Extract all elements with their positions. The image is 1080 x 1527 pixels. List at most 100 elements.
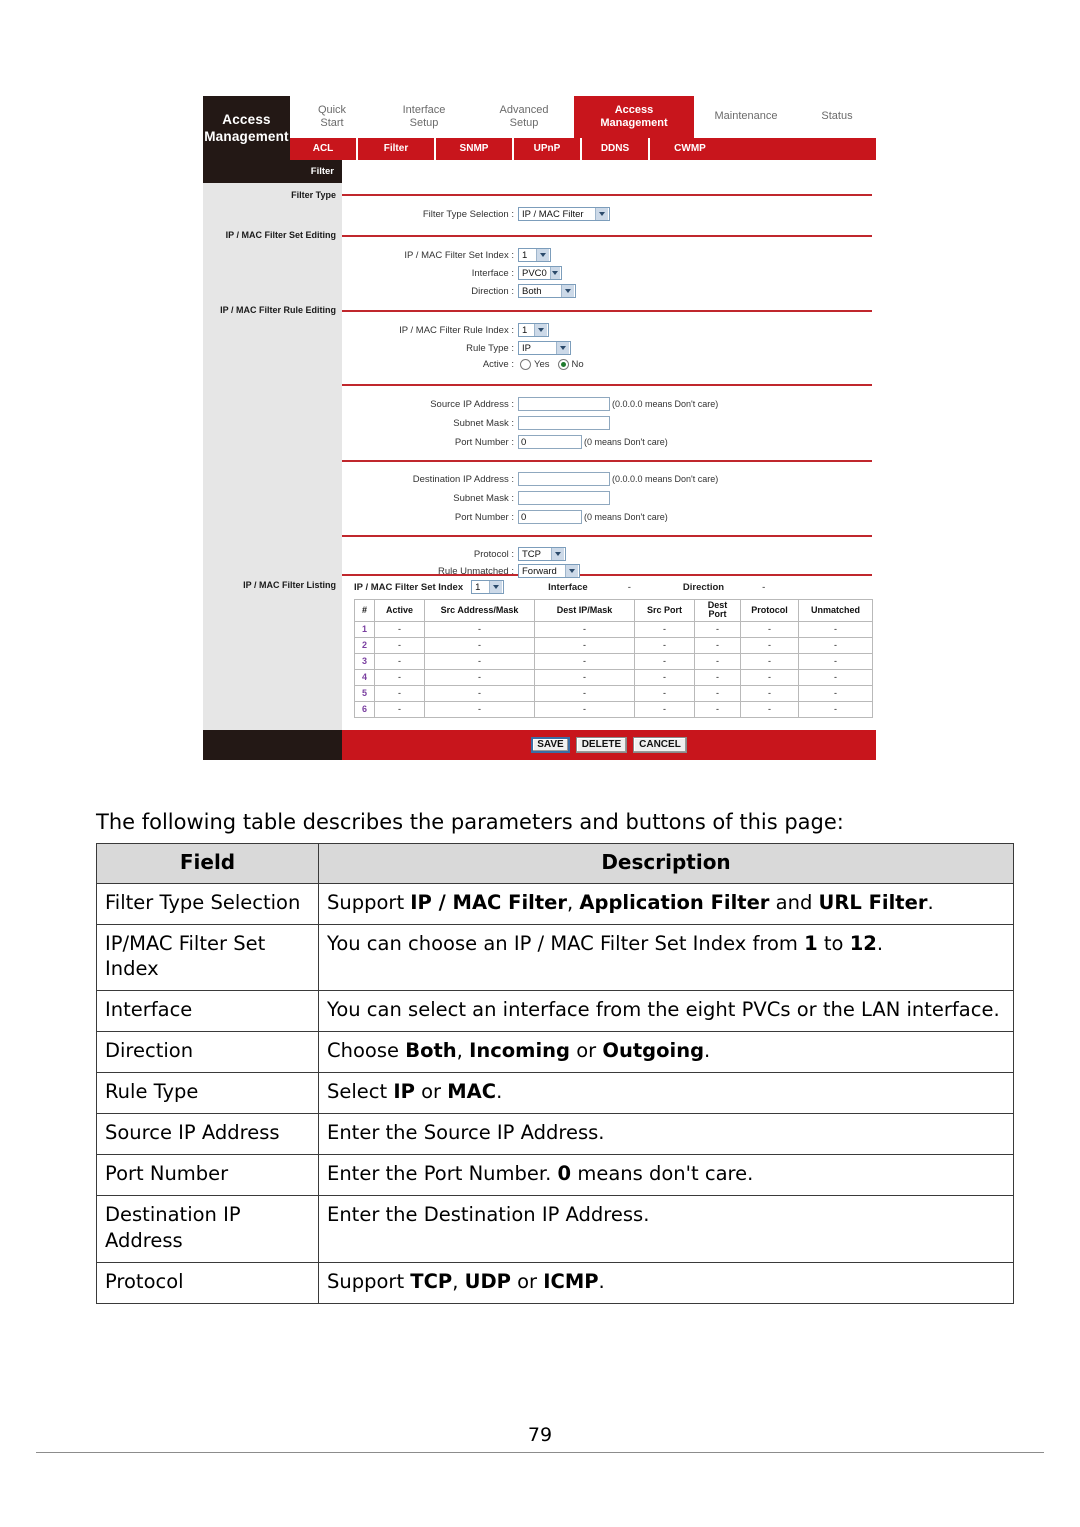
interface-label: Interface : bbox=[471, 267, 514, 279]
rule-type-label: Rule Type : bbox=[466, 342, 514, 354]
cell-index: 6 bbox=[354, 700, 375, 718]
section-label-rule-editing: IP / MAC Filter Rule Editing bbox=[220, 305, 336, 315]
cell-value: - bbox=[424, 668, 535, 686]
table-row: 5------- bbox=[354, 684, 873, 702]
tab-quick-start-line1: Quick bbox=[317, 103, 347, 116]
interface-dropdown[interactable]: PVC0 bbox=[518, 266, 562, 280]
doc-table-row: Port Number Enter the Port Number. 0 mean… bbox=[96, 1154, 1014, 1196]
delete-button[interactable]: DELETE bbox=[575, 737, 628, 753]
subtab-filter[interactable]: Filter bbox=[358, 138, 436, 160]
nav-brand-line2: Management bbox=[204, 129, 289, 144]
panel-title-filter: Filter bbox=[203, 160, 342, 183]
field-destination-ip-address: Destination IP Address : (0.0.0.0 means … bbox=[342, 472, 718, 486]
source-subnet-mask-input[interactable] bbox=[518, 416, 610, 430]
doc-field-description: Support TCP, UDP or ICMP. bbox=[318, 1261, 1014, 1304]
filter-type-selection-dropdown[interactable]: IP / MAC Filter bbox=[518, 207, 610, 221]
tab-access-management[interactable]: Access Management bbox=[574, 96, 694, 138]
protocol-dropdown[interactable]: TCP bbox=[518, 547, 566, 561]
cell-value: - bbox=[634, 636, 695, 654]
destination-ip-address-input[interactable] bbox=[518, 472, 610, 486]
direction-dropdown[interactable]: Both bbox=[518, 284, 576, 298]
source-port-number-hint: (0 means Don't care) bbox=[584, 437, 668, 447]
doc-table-row: Source IP Address Enter the Source IP Add… bbox=[96, 1113, 1014, 1156]
divider-rule-editing bbox=[342, 310, 872, 312]
main-tab-bar: Quick Start Interface Setup Advanced Setup … bbox=[290, 96, 876, 138]
chevron-down-icon bbox=[561, 285, 574, 297]
doc-field-name: Interface bbox=[96, 990, 319, 1033]
listing-set-index-dropdown[interactable]: 1 bbox=[471, 580, 505, 594]
field-filter-rule-index: IP / MAC Filter Rule Index : 1 bbox=[342, 323, 549, 337]
subtab-upnp[interactable]: UPnP bbox=[514, 138, 582, 160]
tab-quick-start[interactable]: Quick Start bbox=[290, 96, 374, 138]
doc-table-row: Filter Type Selection Support IP / MAC Fi… bbox=[96, 882, 1014, 925]
subtab-snmp[interactable]: SNMP bbox=[436, 138, 514, 160]
filter-set-index-value: 1 bbox=[522, 249, 528, 261]
active-no-radio[interactable] bbox=[557, 359, 569, 370]
listing-direction-label: Direction bbox=[682, 581, 725, 593]
chevron-down-icon bbox=[489, 581, 503, 593]
cell-value: - bbox=[694, 620, 741, 638]
filter-listing-header-row: IP / MAC Filter Set Index 1 Interface - … bbox=[354, 578, 872, 596]
filter-page-panel: Filter Filter Type IP / MAC Filter Set E… bbox=[203, 160, 876, 760]
router-admin-screenshot: Access Management Quick Start Interface Se… bbox=[203, 96, 876, 784]
field-interface: Interface : PVC0 bbox=[342, 266, 562, 280]
tab-interface-setup[interactable]: Interface Setup bbox=[374, 96, 474, 138]
listing-set-index-label: IP / MAC Filter Set Index bbox=[354, 581, 464, 593]
rule-type-dropdown[interactable]: IP bbox=[518, 341, 571, 355]
filter-type-selection-value: IP / MAC Filter bbox=[522, 208, 584, 220]
cell-value: - bbox=[534, 620, 635, 638]
source-port-number-label: Port Number : bbox=[454, 436, 514, 448]
tab-quick-start-line2: Start bbox=[320, 117, 344, 129]
footer-divider bbox=[36, 1452, 1044, 1453]
cancel-button[interactable]: CANCEL bbox=[633, 737, 687, 753]
tab-advanced-setup[interactable]: Advanced Setup bbox=[474, 96, 574, 138]
doc-table-row: Direction Choose Both, Incoming or Outgoi… bbox=[96, 1031, 1014, 1074]
source-port-number-input[interactable]: 0 bbox=[518, 435, 582, 449]
filter-rule-index-dropdown[interactable]: 1 bbox=[518, 323, 549, 337]
cell-value: - bbox=[374, 684, 425, 702]
doc-field-name: Protocol bbox=[96, 1261, 319, 1304]
filter-set-index-dropdown[interactable]: 1 bbox=[518, 248, 551, 262]
destination-port-number-input[interactable]: 0 bbox=[518, 510, 582, 524]
col-src-port: Src Port bbox=[634, 599, 695, 622]
cell-value: - bbox=[740, 668, 799, 686]
listing-interface-label: Interface bbox=[548, 581, 588, 593]
field-active: Active : Yes No bbox=[342, 359, 584, 370]
divider-set-editing bbox=[342, 235, 872, 237]
cell-value: - bbox=[634, 620, 695, 638]
tab-status[interactable]: Status bbox=[798, 96, 876, 138]
cell-index: 2 bbox=[354, 636, 375, 654]
protocol-label: Protocol : bbox=[473, 548, 514, 560]
doc-field-description: You can select an interface from the eig… bbox=[318, 990, 1014, 1033]
save-button[interactable]: SAVE bbox=[531, 737, 570, 753]
col-unmatched: Unmatched bbox=[798, 599, 873, 622]
active-yes-radio[interactable] bbox=[520, 359, 531, 370]
subtab-ddns[interactable]: DDNS bbox=[582, 138, 650, 160]
cell-value: - bbox=[534, 668, 635, 686]
listing-set-index-value: 1 bbox=[475, 581, 481, 593]
subtab-cwmp[interactable]: CWMP bbox=[650, 138, 730, 160]
bottom-bar-dark-block bbox=[203, 730, 342, 760]
col-index: # bbox=[354, 599, 375, 622]
cell-value: - bbox=[740, 700, 799, 718]
destination-subnet-mask-input[interactable] bbox=[518, 491, 610, 505]
source-ip-address-input[interactable] bbox=[518, 397, 610, 411]
tab-maintenance[interactable]: Maintenance bbox=[694, 96, 798, 138]
active-no-label: No bbox=[571, 359, 584, 370]
cell-index: 1 bbox=[354, 620, 375, 638]
doc-field-description: Select IP or MAC. bbox=[318, 1072, 1014, 1115]
filter-rule-index-value: 1 bbox=[522, 324, 528, 336]
doc-col-field: Field bbox=[96, 843, 319, 884]
cell-value: - bbox=[694, 684, 741, 702]
subtab-acl[interactable]: ACL bbox=[290, 138, 358, 160]
destination-subnet-mask-label: Subnet Mask : bbox=[453, 492, 514, 504]
doc-col-description: Description bbox=[318, 843, 1014, 884]
filter-listing-table: # Active Src Address/Mask Dest IP/Mask S… bbox=[354, 599, 873, 718]
rule-unmatched-dropdown[interactable]: Forward bbox=[518, 564, 580, 578]
field-destination-port-number: Port Number : 0 (0 means Don't care) bbox=[342, 510, 668, 524]
filter-rule-index-label: IP / MAC Filter Rule Index : bbox=[399, 324, 514, 336]
cell-value: - bbox=[798, 700, 873, 718]
doc-field-name: IP/MAC Filter Set Index bbox=[96, 923, 319, 992]
field-protocol: Protocol : TCP bbox=[342, 547, 566, 561]
action-button-bar: SAVE DELETE CANCEL bbox=[342, 730, 876, 760]
